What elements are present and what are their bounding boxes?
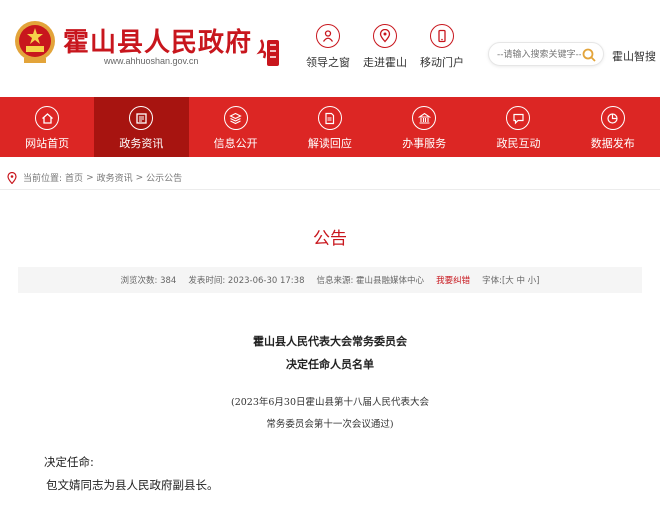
nav-label: 办事服务 (402, 137, 447, 150)
search-input[interactable] (497, 46, 581, 64)
report-error-link[interactable]: 我要纠错 (436, 274, 470, 286)
site-url: www.ahhuoshan.gov.cn (104, 56, 199, 66)
mobile-portal-label: 移动门户 (420, 56, 464, 69)
search-box (488, 42, 604, 66)
document-heading: 霍山县人民代表大会常务委员会 (253, 335, 407, 348)
leader-window-label: 领导之窗 (306, 56, 350, 69)
leader-window-link[interactable]: 领导之窗 (298, 24, 358, 70)
national-emblem-icon (15, 21, 55, 63)
article-title: 公告 (313, 229, 347, 249)
breadcrumb-prefix: 当前位置: (23, 174, 63, 184)
nav-item-home[interactable]: 网站首页 (0, 97, 94, 157)
nav-item-interpretation[interactable]: 解读回应 (283, 97, 377, 157)
publish-time: 发表时间: 2023-06-30 17:38 (188, 276, 305, 286)
leader-icon (316, 24, 340, 48)
view-count: 浏览次数: 384 (120, 276, 177, 286)
calligraphy-seal-icon (256, 39, 279, 66)
search-icon[interactable] (581, 47, 597, 63)
breadcrumb-separator: > (86, 172, 94, 183)
article-meta-bar: 浏览次数: 384 发表时间: 2023-06-30 17:38 信息来源: 霍… (18, 267, 642, 293)
nav-label: 政民互动 (496, 137, 541, 150)
document-note-line-1: (2023年6月30日霍山县第十八届人民代表大会 (230, 397, 430, 408)
font-size-control[interactable]: 字体:[大 中 小] (482, 274, 539, 286)
site-header: 霍山县人民政府 www.ahhuoshan.gov.cn 领导之窗 走进霍山 移… (0, 0, 660, 97)
document-subheading: 决定任命人员名单 (286, 358, 374, 371)
smart-search-link[interactable]: 霍山智搜 (612, 48, 656, 64)
nav-item-interaction[interactable]: 政民互动 (471, 97, 565, 157)
nav-item-news[interactable]: 政务资讯 (94, 97, 189, 157)
mobile-portal-link[interactable]: 移动门户 (412, 24, 472, 70)
location-pin-icon (7, 171, 17, 184)
breadcrumb: 当前位置: 首页 > 政务资讯 > 公示公告 (7, 171, 185, 184)
breadcrumb-home[interactable]: 首页 (65, 171, 83, 184)
body-paragraph-1: 决定任命: (44, 455, 94, 469)
nav-label: 网站首页 (25, 137, 70, 150)
nav-item-data[interactable]: 数据发布 (566, 97, 660, 157)
enter-huoshan-label: 走进霍山 (363, 56, 407, 69)
info-source: 信息来源: 霍山县融媒体中心 (316, 276, 425, 286)
nav-item-services[interactable]: 办事服务 (377, 97, 471, 157)
main-nav: 网站首页 政务资讯 信息公开 解读回应 办事服务 政民互动 数据发布 (0, 97, 660, 157)
site-title[interactable]: 霍山县人民政府 (63, 22, 252, 59)
nav-label: 数据发布 (590, 137, 635, 150)
mobile-icon (430, 24, 454, 48)
nav-label: 信息公开 (213, 137, 258, 150)
breadcrumb-separator: > (135, 172, 144, 183)
nav-item-info-disclosure[interactable]: 信息公开 (189, 97, 283, 157)
breadcrumb-divider (0, 189, 660, 190)
data-icon (600, 106, 625, 130)
document-note-line-2: 常务委员会第十一次会议通过) (266, 419, 394, 430)
location-icon (373, 24, 397, 48)
breadcrumb-news[interactable]: 政务资讯 (97, 171, 133, 184)
document-icon (317, 106, 342, 130)
home-icon (35, 106, 60, 130)
layers-icon (223, 106, 248, 130)
nav-label: 解读回应 (307, 137, 352, 150)
enter-huoshan-link[interactable]: 走进霍山 (355, 24, 415, 70)
breadcrumb-notices[interactable]: 公示公告 (146, 171, 182, 184)
building-icon (412, 106, 437, 130)
nav-label: 政务资讯 (119, 137, 164, 150)
body-paragraph-2: 包文婧同志为县人民政府副县长。 (46, 478, 219, 492)
news-icon (129, 106, 154, 130)
chat-icon (506, 106, 531, 130)
